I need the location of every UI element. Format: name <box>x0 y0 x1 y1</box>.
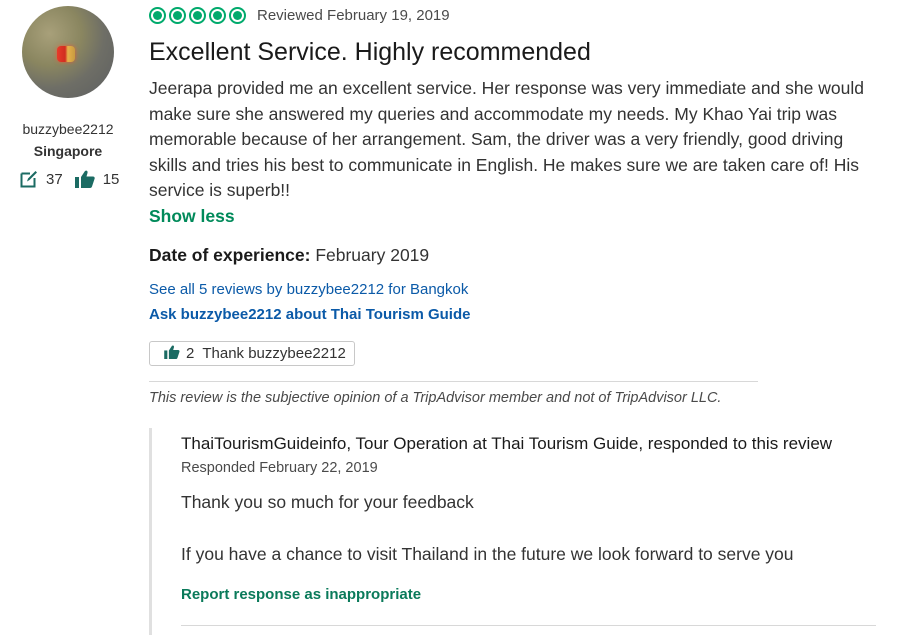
response-paragraph: If you have a chance to visit Thailand i… <box>181 544 794 564</box>
date-of-experience: Date of experience: February 2019 <box>149 245 429 266</box>
rating-bubble-icon <box>169 7 186 24</box>
reviewer-username[interactable]: buzzybee2212 <box>0 121 136 137</box>
date-of-experience-value: February 2019 <box>315 245 430 265</box>
show-less-link[interactable]: Show less <box>149 206 235 227</box>
thank-label: Thank buzzybee2212 <box>202 345 346 362</box>
thumbs-up-icon <box>164 344 180 363</box>
rating-bubble-icon <box>149 7 166 24</box>
ask-reviewer-link[interactable]: Ask buzzybee2212 about Thai Tourism Guid… <box>149 306 470 323</box>
avatar[interactable] <box>22 6 114 98</box>
reviewed-date: Reviewed February 19, 2019 <box>257 7 450 24</box>
reviewer-location: Singapore <box>33 143 103 159</box>
rating-row: Reviewed February 19, 2019 <box>149 7 450 24</box>
divider <box>181 625 876 626</box>
response-paragraph: Thank you so much for your feedback <box>181 492 474 512</box>
review-title[interactable]: Excellent Service. Highly recommended <box>149 38 591 67</box>
response-header: ThaiTourismGuideinfo, Tour Operation at … <box>181 434 833 453</box>
see-all-reviews-link[interactable]: See all 5 reviews by buzzybee2212 for Ba… <box>149 281 468 298</box>
helpful-votes-count: 15 <box>102 170 120 188</box>
rating-bubble-icon <box>189 7 206 24</box>
divider <box>149 381 758 382</box>
rating-bubble-icon <box>229 7 246 24</box>
review-disclaimer: This review is the subjective opinion of… <box>149 390 722 406</box>
thumbs-up-icon <box>74 170 95 188</box>
response-date: Responded February 22, 2019 <box>181 460 378 476</box>
contributions-count: 37 <box>46 170 63 188</box>
reviewer-stats: 37 15 <box>20 170 131 188</box>
date-of-experience-label: Date of experience: <box>149 245 311 265</box>
review-body: Jeerapa provided me an excellent service… <box>149 78 864 201</box>
report-response-link[interactable]: Report response as inappropriate <box>181 586 421 603</box>
rating-bubbles <box>149 7 249 24</box>
thank-reviewer-button[interactable]: 2 Thank buzzybee2212 <box>149 341 355 366</box>
edit-icon <box>20 170 38 188</box>
rating-bubble-icon <box>209 7 226 24</box>
thank-count: 2 <box>186 345 195 362</box>
owner-response: ThaiTourismGuideinfo, Tour Operation at … <box>149 428 876 635</box>
